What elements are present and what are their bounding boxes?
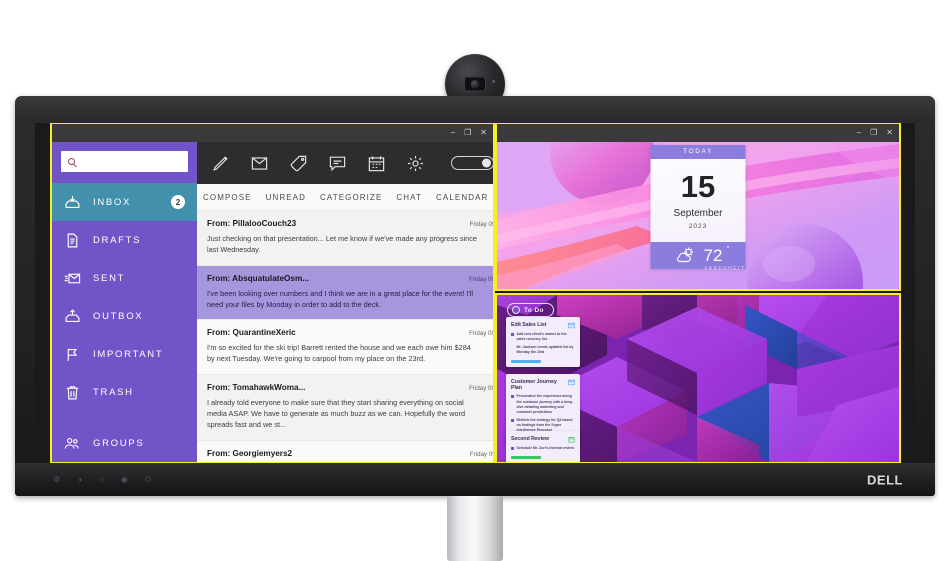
highlight-frame-todo	[495, 293, 901, 463]
dell-logo-text: DELL	[867, 472, 903, 487]
highlight-frame-mail	[50, 123, 495, 463]
dell-monitor: – ❐ ✕ INBOX 2 DRAFTS SENT OUTBOX IMPORTA…	[15, 54, 935, 496]
osd-standby-icon[interactable]: ⏻	[145, 475, 151, 484]
screenshot-root: – ❐ ✕ INBOX 2 DRAFTS SENT OUTBOX IMPORTA…	[0, 0, 950, 561]
monitor-screen: – ❐ ✕ INBOX 2 DRAFTS SENT OUTBOX IMPORTA…	[35, 123, 915, 463]
osd-bright-icon[interactable]: ◉	[121, 475, 128, 484]
osd-menu-icon[interactable]: ◑	[77, 475, 82, 484]
monitor-bottom-bezel: ⚙ ◑ ○ ◉ ⏻ DELL	[15, 463, 935, 496]
webcam-lens-icon	[464, 76, 486, 92]
monitor-stand	[447, 496, 503, 561]
highlight-frame-wallpaper	[495, 123, 901, 291]
osd-power-icon[interactable]: ⚙	[53, 475, 60, 484]
monitor-osd-buttons[interactable]: ⚙ ◑ ○ ◉ ⏻	[53, 475, 151, 484]
dell-brand-logo: DELL	[867, 472, 903, 487]
monitor-top-bezel	[15, 96, 935, 121]
webcam-mic-dot	[492, 80, 495, 83]
osd-input-icon[interactable]: ○	[99, 475, 104, 484]
